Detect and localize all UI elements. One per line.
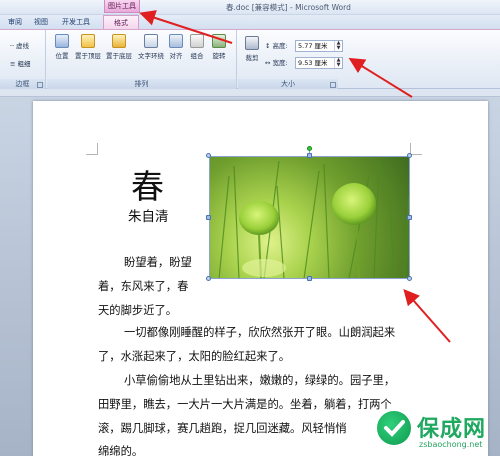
arrow-to-picture-tools — [139, 10, 233, 44]
annotation-arrows — [139, 10, 451, 343]
arrow-to-picture — [403, 288, 451, 343]
watermark-brand: 保成网 — [417, 417, 487, 442]
checkmark-icon — [384, 420, 405, 437]
watermark-shield-icon — [375, 409, 413, 447]
arrow-to-size-group — [348, 57, 413, 98]
site-watermark: 保成网 zsbaochong.net — [375, 409, 500, 456]
watermark-url: zsbaochong.net — [419, 440, 483, 449]
